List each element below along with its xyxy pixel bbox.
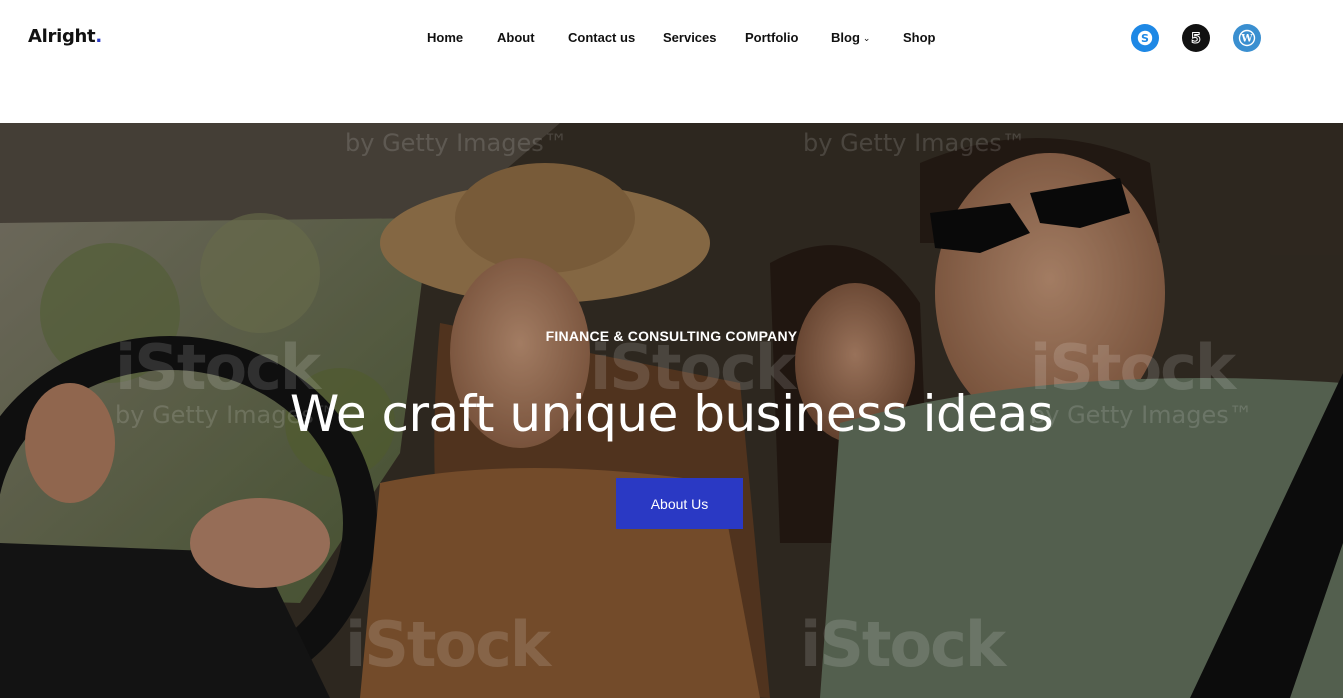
watermark-credit: by Getty Images™ bbox=[345, 129, 568, 157]
nav-item-home[interactable]: Home bbox=[427, 30, 463, 45]
nav-item-blog[interactable]: Blog ⌄ bbox=[831, 30, 870, 45]
about-us-button[interactable]: About Us bbox=[616, 478, 743, 529]
svg-text:S: S bbox=[1141, 32, 1149, 45]
site-header: Alright. Home About Contact us Services … bbox=[0, 0, 1343, 123]
500px-icon[interactable]: 5 bbox=[1182, 24, 1210, 52]
nav-item-portfolio[interactable]: Portfolio bbox=[745, 30, 798, 45]
hero-headline: We craft unique business ideas bbox=[289, 385, 1054, 443]
nav-item-about[interactable]: About bbox=[497, 30, 535, 45]
chevron-down-icon: ⌄ bbox=[862, 33, 871, 43]
watermark-brand: iStock bbox=[800, 608, 1006, 681]
nav-item-services[interactable]: Services bbox=[663, 30, 717, 45]
wordpress-icon[interactable]: W bbox=[1233, 24, 1261, 52]
watermark-credit: by Getty Images™ bbox=[803, 129, 1026, 157]
nav-item-blog-label: Blog bbox=[831, 30, 860, 45]
watermark-brand: iStock bbox=[345, 608, 551, 681]
hero-eyebrow: FINANCE & CONSULTING COMPANY bbox=[545, 328, 798, 344]
svg-text:W: W bbox=[1240, 34, 1253, 45]
nav-item-contact[interactable]: Contact us bbox=[568, 30, 635, 45]
skype-icon[interactable]: S bbox=[1131, 24, 1159, 52]
svg-text:5: 5 bbox=[1191, 31, 1201, 47]
nav-item-shop[interactable]: Shop bbox=[903, 30, 936, 45]
hero-section: by Getty Images™ by Getty Images™ iStock… bbox=[0, 123, 1343, 698]
